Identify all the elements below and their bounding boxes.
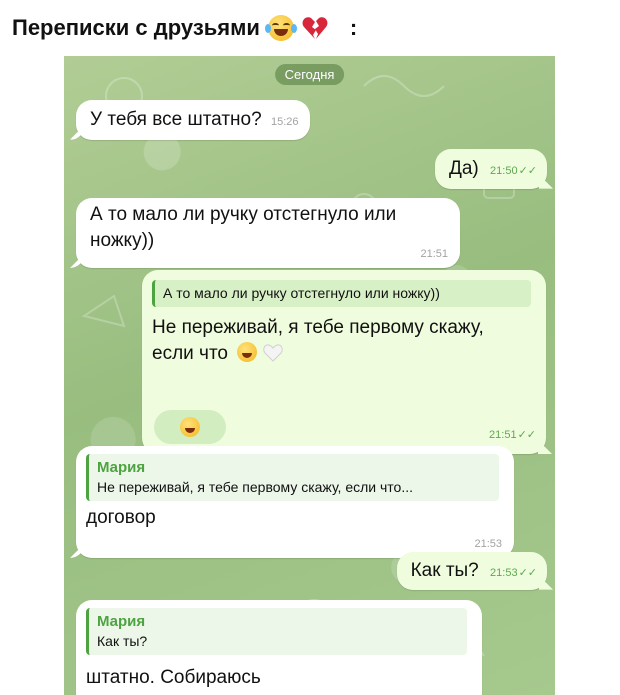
quote-author: Мария [97, 459, 146, 476]
message-text: А то мало ли ручку отстегнуло или ножку)… [90, 204, 397, 251]
double-check-icon: ✓✓ [518, 165, 537, 177]
message-time: 15:26 [270, 116, 299, 128]
message-bubble-incoming[interactable]: У тебя все штатно? 15:26 [76, 100, 311, 140]
reply-quote[interactable]: Мария Не переживай, я тебе первому скажу… [86, 454, 499, 502]
message-meta: 21:51✓✓ [489, 420, 536, 446]
message-time: 21:53 [474, 538, 502, 551]
message-time: 21:50 [490, 165, 518, 177]
double-check-icon: ✓✓ [518, 567, 537, 579]
chat-screenshot: Сегодня У тебя все штатно? 15:26 Да) 21:… [64, 56, 555, 695]
message-time: 21:53 [490, 567, 518, 579]
message-text: У тебя все штатно? [90, 109, 262, 130]
message-bubble-outgoing[interactable]: Как ты? 21:53✓✓ [396, 552, 547, 590]
message-text: Не переживай, я тебе первому скажу, если… [152, 316, 484, 364]
reply-quote[interactable]: А то мало ли ручку отстегнуло или ножку)… [152, 280, 531, 307]
message-bubble-outgoing[interactable]: Да) 21:50✓✓ [434, 149, 547, 189]
reply-quote[interactable]: Мария Как ты? [86, 608, 467, 656]
message-text: штатно. Собираюсь [86, 667, 261, 689]
message-text: Как ты? [410, 560, 479, 581]
date-separator: Сегодня [274, 64, 345, 85]
message-bubble-incoming[interactable]: Мария Как ты? штатно. Собираюсь [76, 600, 482, 695]
grinning-face-reaction-icon [180, 417, 200, 437]
message-bubble-incoming[interactable]: А то мало ли ручку отстегнуло или ножку)… [76, 198, 460, 268]
quote-text: Как ты? [97, 633, 148, 650]
message-bubble-incoming[interactable]: Мария Не переживай, я тебе первому скажу… [76, 446, 514, 558]
tears-of-joy-emoji-icon [264, 15, 297, 41]
reaction-chip[interactable] [154, 410, 226, 444]
quote-text: Не переживай, я тебе первому скажу, если… [97, 479, 413, 496]
post-title-colon: : [349, 15, 358, 40]
quote-text: А то мало ли ручку отстегнуло или ножку)… [163, 285, 440, 301]
message-text-line: Не переживай, я тебе первому скажу, если… [152, 315, 528, 366]
message-text: Да) [448, 158, 479, 179]
broken-heart-emoji-icon [302, 16, 328, 40]
tears-of-joy-emoji-icon [237, 341, 258, 362]
quote-author: Мария [97, 613, 146, 630]
double-check-icon: ✓✓ [517, 429, 536, 442]
post-title-text: Переписки с друзьями [12, 15, 260, 40]
white-heart-emoji-icon [262, 343, 283, 362]
message-time: 21:51 [489, 429, 517, 442]
message-bubble-outgoing[interactable]: А то мало ли ручку отстегнуло или ножку)… [142, 270, 546, 454]
message-text: договор [86, 507, 156, 529]
message-time: 21:51 [420, 248, 448, 261]
post-title: Переписки с друзьями : [12, 10, 357, 46]
